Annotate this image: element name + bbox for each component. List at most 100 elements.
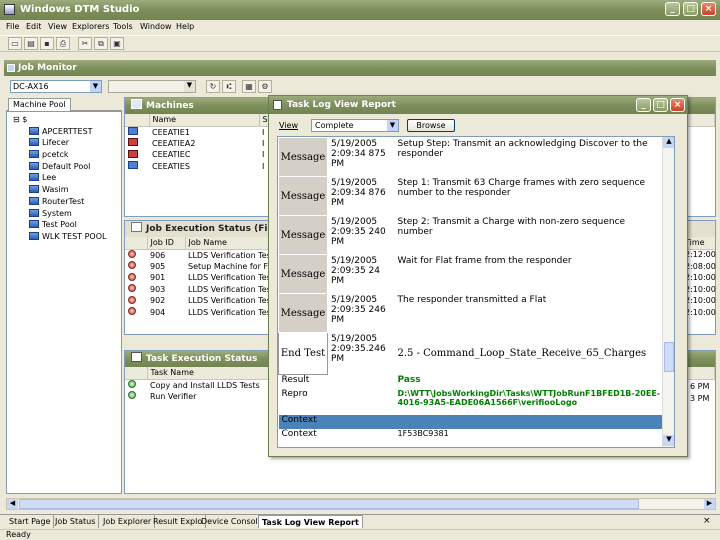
print-icon[interactable]: ⎙ xyxy=(56,37,70,50)
view-select[interactable]: Complete ▼ xyxy=(311,119,399,132)
settings-icon[interactable]: ⚙ xyxy=(258,80,272,93)
tree-item[interactable]: Wasim xyxy=(7,184,121,196)
job-time: 2:10:00 xyxy=(685,307,716,317)
status-icon xyxy=(128,250,136,258)
scroll-thumb[interactable] xyxy=(664,342,674,372)
cut-icon[interactable]: ✂ xyxy=(78,37,92,50)
chevron-down-icon[interactable]: ▼ xyxy=(184,81,195,92)
job-id: 906 xyxy=(150,250,166,260)
machine-combo[interactable]: DC-AX16 ▼ xyxy=(10,80,102,93)
chevron-down-icon[interactable]: ▼ xyxy=(387,120,398,131)
log-row: Message 5/19/2005 2:09:35 246 PM The respo… xyxy=(278,293,662,333)
menu-view[interactable]: View xyxy=(48,20,67,34)
tab-job-explorer[interactable]: Job Explorer xyxy=(100,515,156,528)
chevron-down-icon[interactable]: ▼ xyxy=(90,81,101,92)
copy-icon[interactable]: ⧉ xyxy=(94,37,108,50)
repro-key: Repro xyxy=(281,388,308,399)
machines-title: Machines xyxy=(146,101,194,111)
tree-item-label: APCERTTEST xyxy=(42,126,93,136)
close-icon[interactable]: × xyxy=(701,2,716,16)
minimize-icon[interactable]: _ xyxy=(665,2,680,16)
log-text: The responder transmitted a Flat xyxy=(393,293,662,333)
tree-item-label: pcetck xyxy=(42,150,69,160)
tree-item-label: Wasim xyxy=(42,185,69,195)
horizontal-scrollbar[interactable]: ◀ ▶ xyxy=(6,498,716,510)
tree-root[interactable]: ⊟ $ xyxy=(7,114,121,126)
tree-item-label: Lifecer xyxy=(42,138,70,148)
menu-file[interactable]: File xyxy=(6,20,19,34)
browse-button[interactable]: Browse xyxy=(407,119,455,132)
scroll-thumb[interactable] xyxy=(19,499,639,509)
computer-icon xyxy=(29,173,39,182)
task-execution-title: Task Execution Status xyxy=(146,354,258,364)
dialog-title-bar[interactable]: Task Log View Report _ □ × xyxy=(269,96,687,114)
menu-tools[interactable]: Tools xyxy=(113,20,133,34)
close-tab-icon[interactable]: × xyxy=(703,516,711,526)
filter-combo[interactable]: ▼ xyxy=(108,80,196,93)
tree-item[interactable]: Default Pool xyxy=(7,161,121,173)
open-icon[interactable]: ▤ xyxy=(24,37,38,50)
tree-item[interactable]: RouterTest xyxy=(7,196,121,208)
monitor-view-icon[interactable]: ▦ xyxy=(242,80,256,93)
dialog-title: Task Log View Report xyxy=(287,100,396,110)
tree-item-label: System xyxy=(42,208,72,218)
tree-item[interactable]: Lifecer xyxy=(7,137,121,149)
new-icon[interactable]: ▭ xyxy=(8,37,22,50)
log-date: 5/19/2005 2:09:35 240 PM xyxy=(327,215,394,255)
repro-value[interactable]: D:\WTT\JobsWorkingDir\Tasks\WTTJobRunF1B… xyxy=(394,389,662,415)
tree-item[interactable]: pcetck xyxy=(7,149,121,161)
vertical-scrollbar[interactable]: ▲ ▼ xyxy=(662,137,674,447)
minimize-icon[interactable]: _ xyxy=(636,98,651,112)
machine-pool-tree: ⊟ $ APCERTTEST Lifecer pcetck Default Po… xyxy=(6,111,122,494)
maximize-icon[interactable]: □ xyxy=(683,2,698,16)
tab-job-status[interactable]: Job Status xyxy=(52,515,100,528)
paste-icon[interactable]: ▣ xyxy=(110,37,124,50)
job-monitor-header: Job Monitor xyxy=(4,60,716,76)
menu-explorers[interactable]: Explorers xyxy=(72,20,109,34)
tree-item[interactable]: Test Pool xyxy=(7,219,121,231)
machines-icon xyxy=(131,99,142,109)
col-time[interactable]: Time xyxy=(685,237,715,249)
log-key: Message xyxy=(278,176,328,216)
job-id: 904 xyxy=(150,307,166,317)
tab-task-log-view-report[interactable]: Task Log View Report xyxy=(258,515,363,528)
menu-bar: File Edit View Explorers Tools Window He… xyxy=(0,20,720,34)
log-table: Message 5/19/2005 2:09:34 875 PM Setup Ste… xyxy=(278,137,662,441)
menu-window[interactable]: Window xyxy=(140,20,172,34)
tab-machine-pool[interactable]: Machine Pool xyxy=(8,98,71,111)
scroll-right-icon[interactable]: ▶ xyxy=(704,499,715,509)
tree-item[interactable]: WLK TEST POOL xyxy=(7,231,121,243)
tree-item-label: Default Pool xyxy=(42,161,91,171)
tree-icon[interactable]: ⑆ xyxy=(222,80,236,93)
maximize-icon[interactable]: □ xyxy=(653,98,668,112)
computer-icon xyxy=(29,126,39,135)
close-icon[interactable]: × xyxy=(670,98,685,112)
tree-item[interactable]: APCERTTEST xyxy=(7,126,121,138)
menu-help[interactable]: Help xyxy=(176,20,194,34)
job-id: 902 xyxy=(150,296,166,306)
log-text: Wait for Flat frame from the responder xyxy=(393,254,662,294)
status-icon xyxy=(128,272,136,281)
repro-row: Repro D:\WTT\JobsWorkingDir\Tasks\WTTJobR… xyxy=(279,389,662,415)
tree-item[interactable]: Lee xyxy=(7,172,121,184)
col-name[interactable]: Name xyxy=(149,114,260,127)
save-icon[interactable]: ▪ xyxy=(40,37,54,50)
end-test-row: End Test 5/19/2005 2:09:35.246 PM 2.5 - Co… xyxy=(278,332,662,375)
col-job-id[interactable]: Job ID xyxy=(147,237,186,250)
scroll-down-icon[interactable]: ▼ xyxy=(663,435,674,446)
toolbar: ▭ ▤ ▪ ⎙ ✂ ⧉ ▣ xyxy=(0,35,720,52)
log-row: Message 5/19/2005 2:09:35 24 PM Wait for F… xyxy=(278,254,662,294)
menu-edit[interactable]: Edit xyxy=(26,20,42,34)
tab-start-page[interactable]: Start Page xyxy=(6,515,55,528)
refresh-icon[interactable]: ↻ xyxy=(206,80,220,93)
log-key: Message xyxy=(278,254,328,294)
result-row: Result Pass xyxy=(279,375,662,389)
log-key: Message xyxy=(278,293,328,333)
tab-device-console[interactable]: Device Console xyxy=(198,515,267,528)
scroll-up-icon[interactable]: ▲ xyxy=(663,137,674,148)
status-bar: Ready xyxy=(0,529,720,540)
scroll-left-icon[interactable]: ◀ xyxy=(7,499,18,509)
job-id: 901 xyxy=(150,273,166,283)
tree-item[interactable]: System xyxy=(7,208,121,220)
job-time: 2:10:00 xyxy=(685,273,716,282)
